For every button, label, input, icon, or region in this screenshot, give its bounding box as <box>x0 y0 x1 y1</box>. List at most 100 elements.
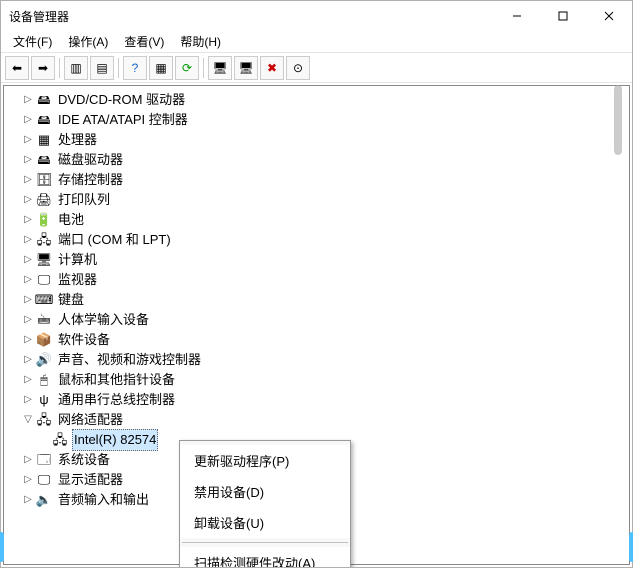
device-icon: ψ <box>36 392 52 408</box>
expand-arrow-icon[interactable]: ▷ <box>20 270 36 290</box>
tree-label: DVD/CD-ROM 驱动器 <box>56 90 187 110</box>
expand-arrow-icon[interactable]: ▷ <box>20 130 36 150</box>
props-button[interactable]: ▤ <box>90 56 114 80</box>
tree-label: 系统设备 <box>56 450 112 470</box>
enable-button[interactable]: 🖥 <box>234 56 258 80</box>
tree-node-11[interactable]: ▷🖮人体学输入设备 <box>4 310 629 330</box>
expand-arrow-icon[interactable]: ▷ <box>20 290 36 310</box>
device-icon: 🖧 <box>36 412 52 428</box>
expand-arrow-icon[interactable]: ▷ <box>20 490 36 510</box>
device-icon: 🖴 <box>36 92 52 108</box>
tree-label: 电池 <box>56 210 86 230</box>
ctx-disable-device[interactable]: 禁用设备(D) <box>180 476 350 507</box>
tree-node-6[interactable]: ▷🔋电池 <box>4 210 629 230</box>
expand-arrow-icon[interactable]: ▷ <box>20 370 36 390</box>
expand-arrow-icon[interactable]: ▷ <box>20 330 36 350</box>
device-icon: ▦ <box>36 132 52 148</box>
disable-button[interactable]: 🖥 <box>208 56 232 80</box>
expand-arrow-icon[interactable] <box>36 430 52 450</box>
tree-node-5[interactable]: ▷🖨打印队列 <box>4 190 629 210</box>
maximize-button[interactable] <box>540 1 586 31</box>
separator <box>182 542 348 543</box>
expand-arrow-icon[interactable]: ▽ <box>20 410 36 430</box>
device-icon: 🖴 <box>36 112 52 128</box>
show-panel-button[interactable]: ▥ <box>64 56 88 80</box>
tree-node-network[interactable]: ▽🖧网络适配器 <box>4 410 629 430</box>
separator <box>203 58 204 78</box>
ctx-scan-hardware[interactable]: 扫描检测硬件改动(A) <box>180 547 350 567</box>
menu-action[interactable]: 操作(A) <box>60 31 116 52</box>
device-icon: 🔊 <box>36 352 52 368</box>
tree-node-1[interactable]: ▷🖴IDE ATA/ATAPI 控制器 <box>4 110 629 130</box>
tree-label: 处理器 <box>56 130 99 150</box>
tree-label: IDE ATA/ATAPI 控制器 <box>56 110 190 130</box>
tree-node-9[interactable]: ▷🖵监视器 <box>4 270 629 290</box>
tree-node-12[interactable]: ▷📦软件设备 <box>4 330 629 350</box>
tree-label: 存储控制器 <box>56 170 125 190</box>
ctx-update-driver[interactable]: 更新驱动程序(P) <box>180 445 350 476</box>
taskbar-peek-left <box>0 532 4 562</box>
device-icon: 🔋 <box>36 212 52 228</box>
device-icon: 🖵 <box>36 272 52 288</box>
menu-view[interactable]: 查看(V) <box>116 31 172 52</box>
uninstall-button[interactable]: ✖ <box>260 56 284 80</box>
expand-arrow-icon[interactable]: ▷ <box>20 250 36 270</box>
device-icon: 🖴 <box>36 152 52 168</box>
help-button[interactable]: ? <box>123 56 147 80</box>
menu-help[interactable]: 帮助(H) <box>172 31 229 52</box>
separator <box>59 58 60 78</box>
tree-node-4[interactable]: ▷🗄存储控制器 <box>4 170 629 190</box>
tree-label: Intel(R) 82574 <box>72 429 158 451</box>
device-icon: 🖥 <box>36 252 52 268</box>
expand-arrow-icon[interactable]: ▷ <box>20 390 36 410</box>
expand-arrow-icon[interactable]: ▷ <box>20 210 36 230</box>
expand-arrow-icon[interactable]: ▷ <box>20 170 36 190</box>
device-icon: 📦 <box>36 332 52 348</box>
menubar: 文件(F) 操作(A) 查看(V) 帮助(H) <box>1 31 632 53</box>
menu-file[interactable]: 文件(F) <box>5 31 60 52</box>
refresh-button[interactable]: ⟳ <box>175 56 199 80</box>
vertical-scrollbar[interactable] <box>614 85 622 155</box>
tree-view-button[interactable]: ▦ <box>149 56 173 80</box>
tree-label: 音频输入和输出 <box>56 490 151 510</box>
device-icon: 🔈 <box>36 492 52 508</box>
device-icon: 🖧 <box>52 432 68 448</box>
forward-button[interactable]: ➡ <box>31 56 55 80</box>
ctx-uninstall-device[interactable]: 卸载设备(U) <box>180 507 350 538</box>
update-button[interactable]: ⊙ <box>286 56 310 80</box>
expand-arrow-icon[interactable]: ▷ <box>20 190 36 210</box>
back-button[interactable]: ⬅ <box>5 56 29 80</box>
tree-node-14[interactable]: ▷🖱鼠标和其他指针设备 <box>4 370 629 390</box>
taskbar-peek-right <box>629 532 633 562</box>
expand-arrow-icon[interactable]: ▷ <box>20 470 36 490</box>
expand-arrow-icon[interactable]: ▷ <box>20 110 36 130</box>
tree-node-8[interactable]: ▷🖥计算机 <box>4 250 629 270</box>
tree-label: 键盘 <box>56 290 86 310</box>
minimize-button[interactable] <box>494 1 540 31</box>
window-title: 设备管理器 <box>9 8 69 25</box>
tree-node-2[interactable]: ▷▦处理器 <box>4 130 629 150</box>
expand-arrow-icon[interactable]: ▷ <box>20 350 36 370</box>
close-button[interactable] <box>586 1 632 31</box>
tree-node-7[interactable]: ▷🖧端口 (COM 和 LPT) <box>4 230 629 250</box>
expand-arrow-icon[interactable]: ▷ <box>20 230 36 250</box>
tree-node-15[interactable]: ▷ψ通用串行总线控制器 <box>4 390 629 410</box>
tree-node-0[interactable]: ▷🖴DVD/CD-ROM 驱动器 <box>4 90 629 110</box>
tree-label: 端口 (COM 和 LPT) <box>56 230 173 250</box>
expand-arrow-icon[interactable]: ▷ <box>20 310 36 330</box>
tree-label: 人体学输入设备 <box>56 310 151 330</box>
expand-arrow-icon[interactable]: ▷ <box>20 90 36 110</box>
toolbar: ⬅ ➡ ▥ ▤ ? ▦ ⟳ 🖥 🖥 ✖ ⊙ <box>1 53 632 83</box>
expand-arrow-icon[interactable]: ▷ <box>20 150 36 170</box>
device-icon: 🖱 <box>36 372 52 388</box>
expand-arrow-icon[interactable]: ▷ <box>20 450 36 470</box>
device-icon: 🖨 <box>36 192 52 208</box>
device-icon: 🗔 <box>36 452 52 468</box>
tree-label: 声音、视频和游戏控制器 <box>56 350 203 370</box>
tree-label: 网络适配器 <box>56 410 125 430</box>
tree-node-13[interactable]: ▷🔊声音、视频和游戏控制器 <box>4 350 629 370</box>
tree-node-3[interactable]: ▷🖴磁盘驱动器 <box>4 150 629 170</box>
device-icon: 🖧 <box>36 232 52 248</box>
tree-node-10[interactable]: ▷⌨键盘 <box>4 290 629 310</box>
tree-label: 监视器 <box>56 270 99 290</box>
